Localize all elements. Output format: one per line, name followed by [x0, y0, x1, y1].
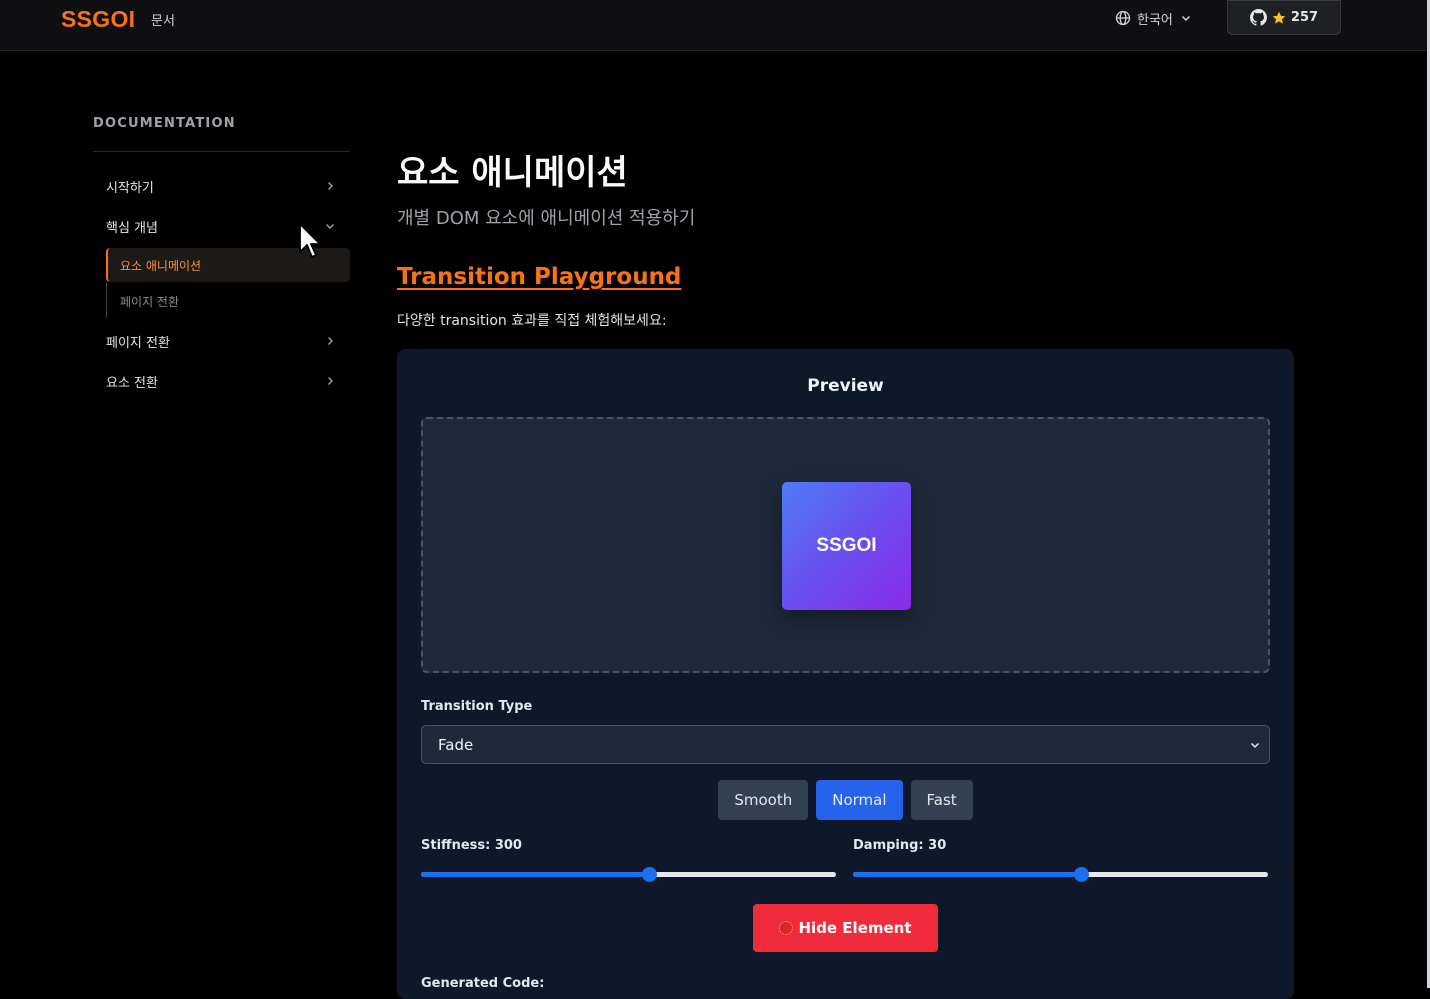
chevron-down-icon: [1250, 742, 1260, 748]
star-count: 257: [1290, 10, 1319, 25]
top-navbar: SSGOI 문서 한국어 257: [0, 0, 1427, 51]
red-circle-icon: [779, 921, 794, 935]
transition-type-select[interactable]: Fade: [421, 725, 1270, 764]
slider-fill: [853, 872, 1082, 877]
section-heading-link[interactable]: Transition Playground: [397, 264, 681, 290]
generated-code-label: Generated Code:: [421, 976, 545, 991]
preset-smooth-button[interactable]: Smooth: [718, 780, 809, 820]
chevron-down-icon: [326, 224, 334, 229]
slider-fill: [421, 872, 650, 877]
sidebar-divider: [93, 151, 350, 152]
damping-slider[interactable]: [853, 867, 1268, 882]
demo-element: SSGOI: [782, 482, 911, 610]
github-stars-button[interactable]: 257: [1227, 0, 1341, 35]
sidebar-subitem-page-transition[interactable]: 페이지 전환: [120, 293, 179, 310]
playground-card: Preview SSGOI Transition Type Fade Smoot…: [397, 349, 1294, 999]
hide-element-label: Hide Element: [798, 919, 912, 937]
chevron-down-icon: [1181, 15, 1190, 22]
preset-fast-button[interactable]: Fast: [910, 780, 973, 820]
chevron-right-icon: [328, 182, 333, 190]
preview-title: Preview: [807, 376, 884, 396]
section-description: 다양한 transition 효과를 직접 체험해보세요:: [397, 313, 667, 329]
sidebar-item-element-transition[interactable]: 요소 전환: [106, 371, 336, 391]
slider-thumb[interactable]: [1074, 867, 1090, 882]
sidebar-subitem-label: 요소 애니메이션: [120, 258, 202, 273]
sidebar-item-label: 핵심 개념: [106, 220, 158, 236]
mouse-cursor-icon: [299, 223, 321, 258]
chevron-right-icon: [328, 377, 333, 385]
sidebar: DOCUMENTATION 시작하기 핵심 개념 요소 애니메이션 페이지 전환…: [93, 116, 350, 391]
preset-normal-button[interactable]: Normal: [816, 780, 903, 820]
sidebar-item-label: 시작하기: [106, 180, 154, 196]
globe-icon: [1115, 10, 1131, 26]
github-icon: [1249, 9, 1267, 26]
slider-thumb[interactable]: [642, 867, 658, 882]
logo[interactable]: SSGOI: [61, 6, 135, 33]
sidebar-item-label: 페이지 전환: [106, 335, 170, 351]
transition-type-value: Fade: [438, 735, 474, 754]
star-icon: [1272, 11, 1286, 24]
nav-link-docs[interactable]: 문서: [151, 10, 175, 29]
stiffness-slider[interactable]: [421, 867, 836, 882]
stiffness-label: Stiffness: 300: [421, 838, 522, 853]
transition-type-label: Transition Type: [421, 699, 533, 714]
language-selector[interactable]: 한국어: [1115, 9, 1193, 28]
page-title: 요소 애니메이션: [397, 153, 628, 193]
sidebar-item-getting-started[interactable]: 시작하기: [106, 176, 336, 196]
hide-element-button[interactable]: Hide Element: [753, 904, 938, 952]
sidebar-item-label: 요소 전환: [106, 375, 158, 391]
chevron-right-icon: [328, 337, 333, 345]
language-label: 한국어: [1137, 12, 1173, 28]
page-subtitle: 개별 DOM 요소에 애니메이션 적용하기: [397, 208, 696, 229]
preset-button-group: Smooth Normal Fast: [397, 780, 1294, 820]
sidebar-sub-guide-line: [106, 282, 107, 318]
sidebar-item-page-transition[interactable]: 페이지 전환: [106, 331, 336, 351]
preview-area: SSGOI: [421, 417, 1270, 673]
damping-label: Damping: 30: [853, 838, 947, 853]
sidebar-heading: DOCUMENTATION: [93, 116, 236, 131]
